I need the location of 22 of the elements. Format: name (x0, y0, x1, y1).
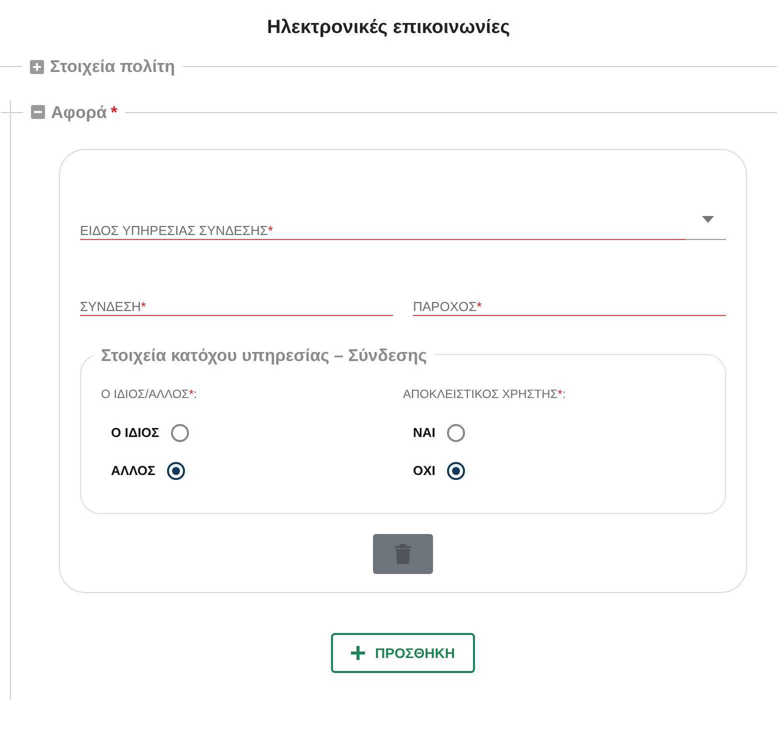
radio-option[interactable]: ΑΛΛΟΣ (111, 461, 403, 481)
radio-group-label: ΑΠΟΚΛΕΙΣΤΙΚΟΣ ΧΡΗΣΤΗΣ*: (403, 386, 567, 403)
radio-button[interactable] (167, 462, 186, 480)
radio-group-label: Ο ΙΔΙΟΣ/ΑΛΛΟΣ*: (101, 386, 198, 403)
radio-option[interactable]: ΟΧΙ (413, 461, 705, 481)
plus-icon (351, 646, 366, 660)
plus-icon (30, 60, 44, 74)
radio-button[interactable] (171, 424, 190, 442)
trash-icon (395, 544, 411, 564)
input-field[interactable]: ΠΑΡΟΧΟΣ* (413, 286, 726, 316)
radio-button[interactable] (447, 424, 466, 442)
add-button[interactable]: ΠΡΟΣΘΗΚΗ (331, 633, 475, 673)
dropdown-caret-icon (702, 216, 714, 223)
input-field[interactable]: ΣΥΝΔΕΣΗ* (80, 286, 393, 316)
page-title: Ηλεκτρονικές επικοινωνίες (266, 16, 511, 40)
expand-toggle[interactable]: Στοιχεία πολίτη (30, 54, 175, 80)
collapse-toggle[interactable]: Αφορά * (31, 100, 118, 125)
minus-icon (31, 105, 45, 120)
radio-option[interactable]: ΝΑΙ (413, 423, 705, 443)
select-field[interactable]: ΕΙΔΟΣ ΥΠΗΡΕΣΙΑΣ ΣΥΝΔΕΣΗΣ* (80, 210, 726, 240)
radio-button[interactable] (447, 462, 466, 480)
radio-option[interactable]: Ο ΙΔΙΟΣ (111, 423, 403, 443)
